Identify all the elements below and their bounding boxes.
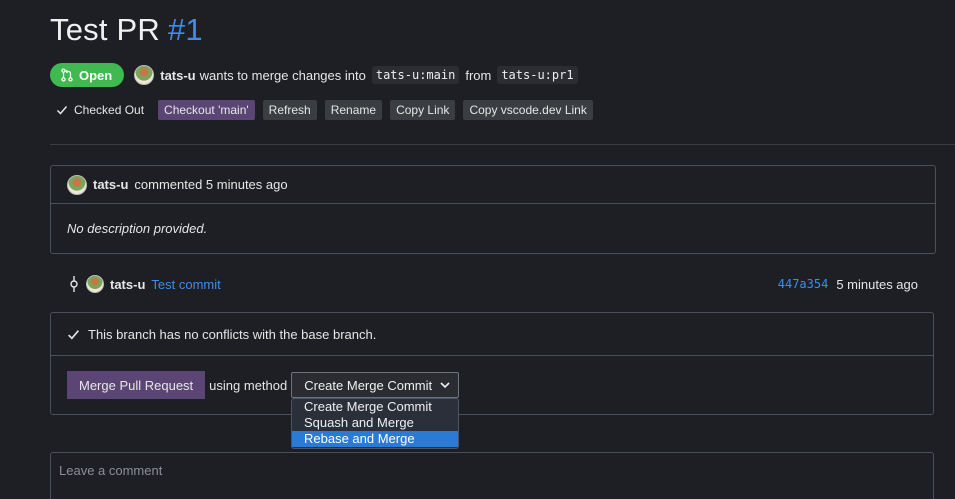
comment-input[interactable]: Leave a comment: [50, 452, 934, 499]
merge-method-dropdown: Create Merge Commit Squash and Merge Reb…: [291, 398, 459, 449]
merge-pull-request-button[interactable]: Merge Pull Request: [67, 371, 206, 399]
open-status-label: Open: [79, 67, 113, 83]
comment-header: tats-u commented 5 minutes ago: [51, 166, 935, 204]
pr-status-row: Open tats-u wants to merge changes into …: [50, 63, 578, 87]
comment-body: No description provided.: [67, 221, 208, 236]
pr-actions-row: Checked Out Checkout 'main' Refresh Rena…: [56, 100, 593, 120]
open-status-badge: Open: [50, 63, 125, 87]
header-divider: [50, 144, 955, 145]
from-label: from: [465, 67, 492, 83]
checked-out-label: Checked Out: [74, 103, 145, 117]
merge-status: This branch has no conflicts with the ba…: [51, 313, 933, 356]
copy-link-button[interactable]: Copy Link: [390, 100, 456, 120]
rename-button[interactable]: Rename: [324, 100, 383, 120]
pr-title-text: Test PR: [50, 12, 160, 47]
commenter-name[interactable]: tats-u: [93, 177, 128, 192]
checkout-main-button[interactable]: Checkout 'main': [158, 100, 255, 120]
pull-request-icon: [61, 68, 73, 82]
commit-author-avatar: [86, 275, 104, 293]
merge-description: wants to merge changes into: [199, 67, 366, 83]
merge-method-selected: Create Merge Commit: [304, 377, 433, 393]
comment-meta: commented 5 minutes ago: [134, 177, 288, 192]
commenter-avatar: [67, 174, 87, 195]
merge-method-select[interactable]: Create Merge Commit: [291, 372, 460, 398]
commit-icon: [70, 276, 78, 292]
author-avatar: [134, 65, 155, 85]
check-icon: [68, 329, 79, 339]
merge-controls: Merge Pull Request using method Create M…: [67, 371, 460, 399]
check-icon: [56, 106, 68, 115]
using-method-label: using method: [209, 377, 288, 393]
pr-title: Test PR #1: [50, 12, 203, 48]
commit-time: 5 minutes ago: [836, 276, 918, 292]
refresh-button[interactable]: Refresh: [262, 100, 317, 120]
merge-status-text: This branch has no conflicts with the ba…: [88, 326, 377, 342]
target-branch: tats-u:main: [371, 66, 460, 84]
option-rebase-and-merge[interactable]: Rebase and Merge: [292, 431, 458, 447]
commit-author[interactable]: tats-u: [110, 277, 145, 292]
commit-meta: 447a354 5 minutes ago: [778, 277, 918, 292]
description-comment: tats-u commented 5 minutes ago No descri…: [50, 165, 936, 254]
pr-number: #1: [167, 12, 203, 47]
commit-message-link[interactable]: Test commit: [151, 277, 220, 292]
commit-sha-link[interactable]: 447a354: [778, 277, 829, 291]
chevron-down-icon: [440, 382, 450, 389]
checked-out-indicator: Checked Out: [56, 103, 144, 117]
merge-panel: This branch has no conflicts with the ba…: [50, 312, 934, 415]
copy-vscode-link-button[interactable]: Copy vscode.dev Link: [463, 100, 593, 120]
author-name[interactable]: tats-u: [160, 68, 195, 83]
source-branch: tats-u:pr1: [497, 66, 578, 84]
option-create-merge-commit[interactable]: Create Merge Commit: [292, 399, 458, 415]
commit-row: tats-u Test commit 447a354 5 minutes ago: [68, 273, 918, 295]
option-squash-and-merge[interactable]: Squash and Merge: [292, 415, 458, 431]
